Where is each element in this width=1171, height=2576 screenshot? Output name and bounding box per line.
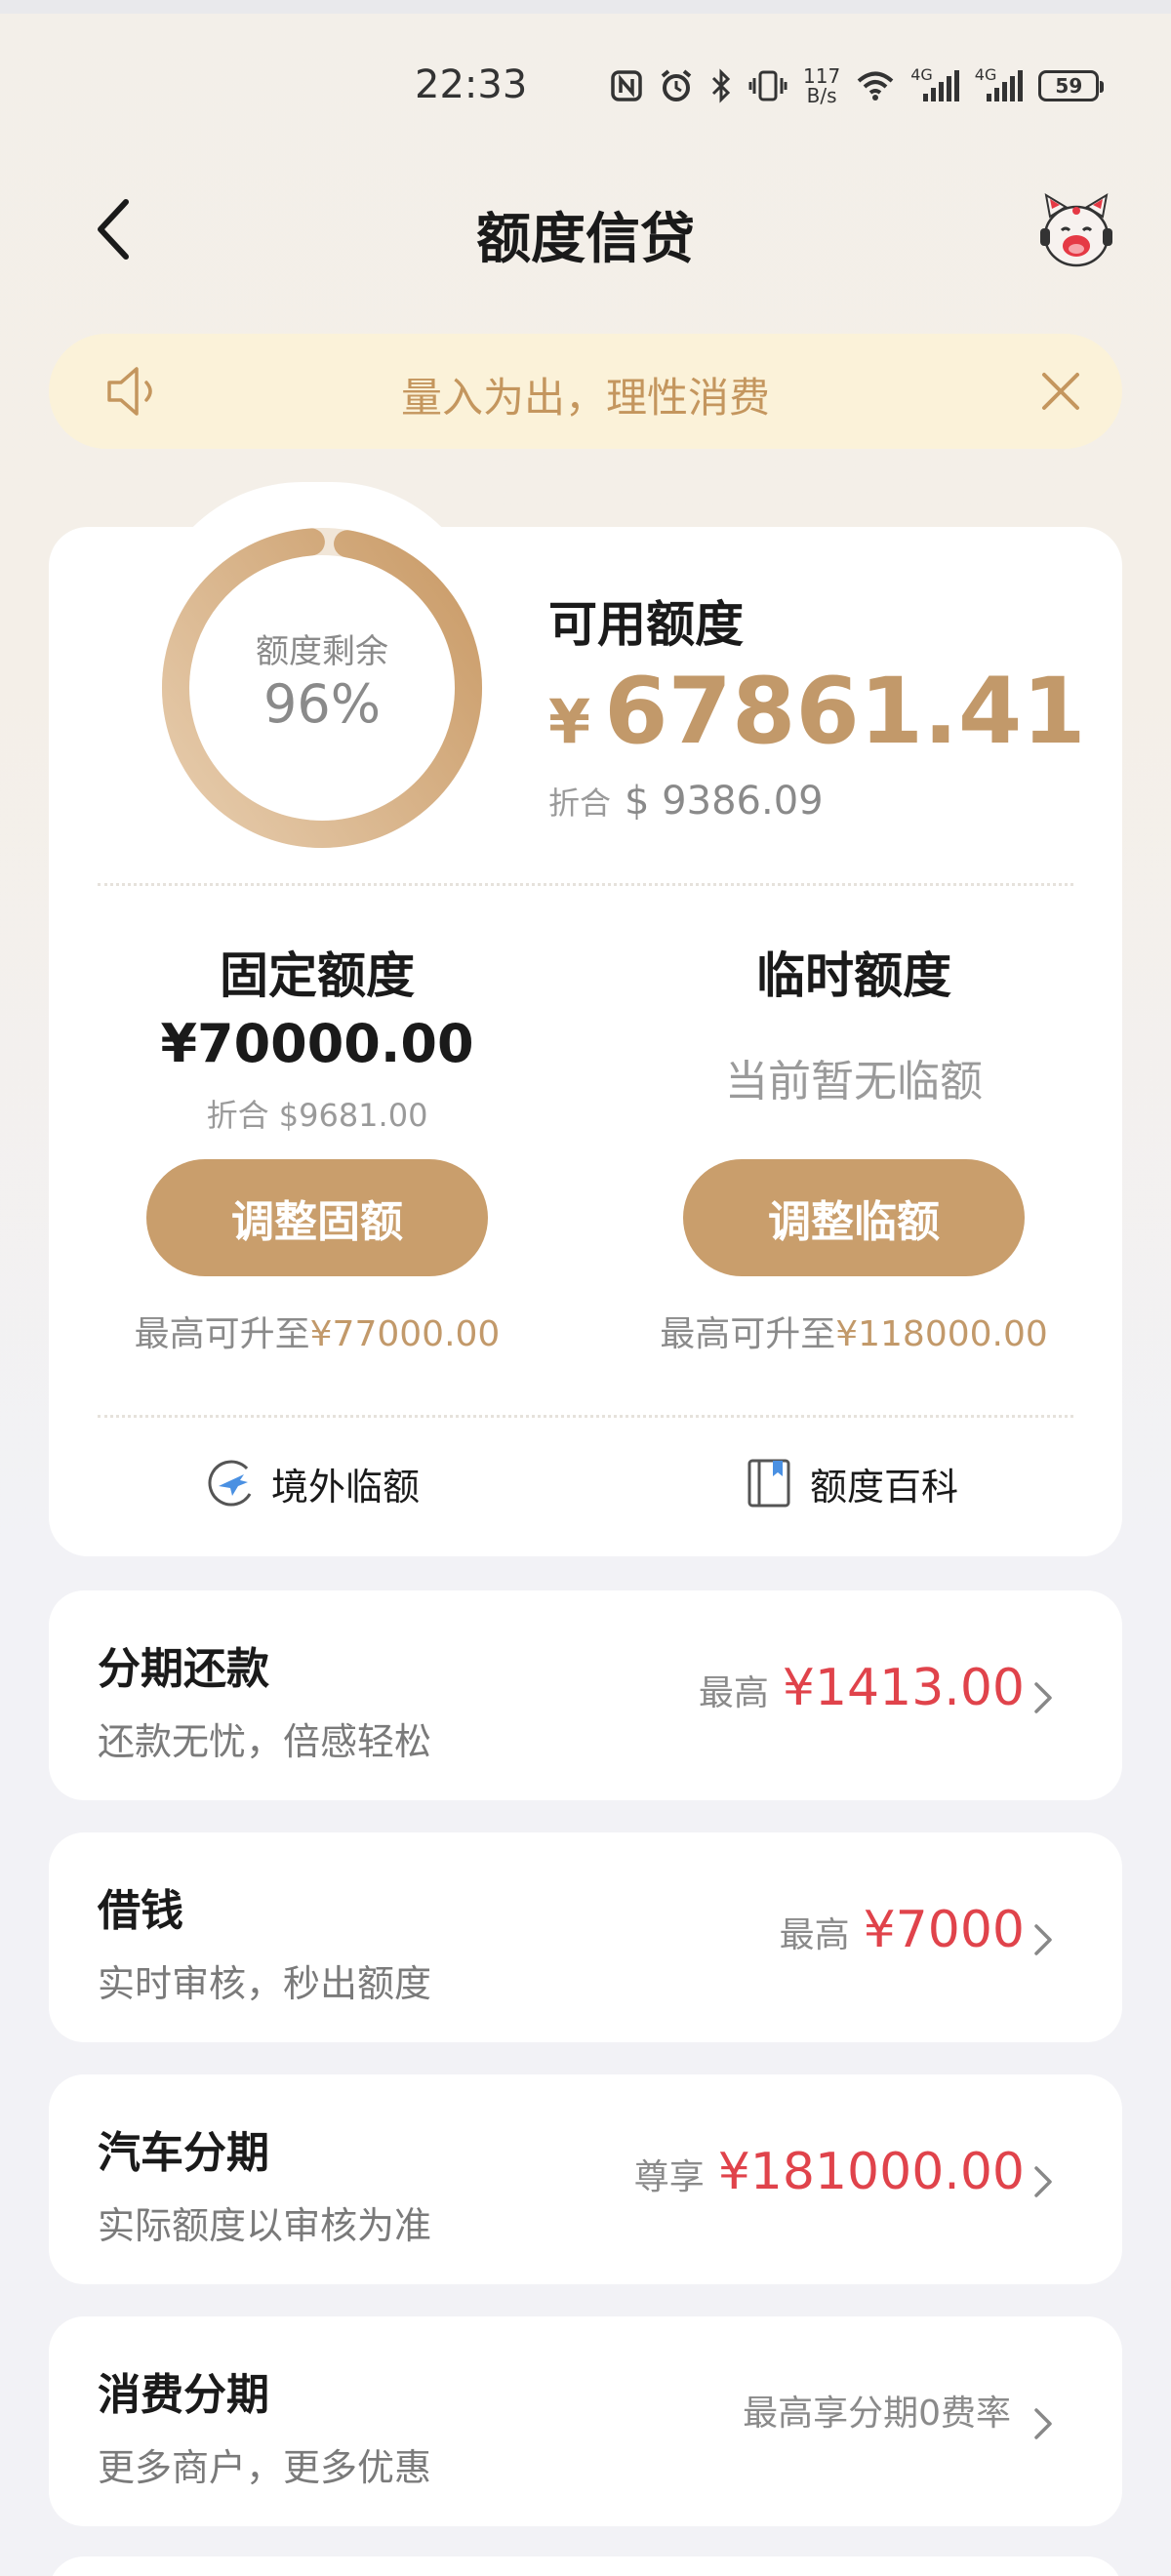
- temporary-credit-status: 当前暂无临额: [725, 1057, 983, 1107]
- network-type-1: 4G: [910, 64, 933, 84]
- product-card-consumer-installment[interactable]: 消费分期 更多商户，更多优惠 最高享分期0费率: [49, 2316, 1122, 2526]
- remaining-percent: 96%: [262, 673, 382, 735]
- alarm-icon: [659, 68, 694, 103]
- fixed-max-line: 最高可升至¥77000.00: [49, 1306, 586, 1356]
- divider: [98, 1415, 1073, 1418]
- chevron-right-icon: [1034, 2166, 1052, 2197]
- credit-card: 额度剩余 96% 可用额度 ¥ 67861.41 折合 $ 9386.09 固定…: [49, 527, 1122, 1556]
- status-icons: 117 B/s 4G 4G 59: [610, 64, 1105, 107]
- notice-text: 量入为出，理性消费: [400, 374, 770, 422]
- product-subtitle: 实时审核，秒出额度: [98, 1962, 432, 2005]
- temporary-max-amount: ¥118000.00: [835, 1314, 1048, 1354]
- product-offer: 最高享分期0费率: [743, 2385, 1025, 2435]
- chevron-right-icon: [1034, 1924, 1052, 1955]
- product-card-borrow[interactable]: 借钱 实时审核，秒出额度 最高 ¥7000: [49, 1832, 1122, 2042]
- signal-icon-2: 4G: [975, 65, 1024, 101]
- fixed-max-amount: ¥77000.00: [309, 1314, 501, 1354]
- product-card-car-installment[interactable]: 汽车分期 实际额度以审核为准 尊享 ¥181000.00: [49, 2074, 1122, 2284]
- product-offer: 最高 ¥1413.00: [699, 1659, 1025, 1717]
- page-title: 额度信贷: [476, 208, 695, 271]
- bluetooth-icon: [709, 68, 733, 103]
- status-time: 22:33: [415, 62, 528, 107]
- adjust-fixed-button[interactable]: 调整固额: [146, 1159, 488, 1276]
- available-amount: ¥ 67861.41: [548, 659, 1086, 765]
- fixed-max-prefix: 最高可升至: [134, 1314, 310, 1354]
- product-offer: 尊享 ¥181000.00: [634, 2143, 1025, 2201]
- assistant-mascot-button[interactable]: [1032, 187, 1120, 275]
- available-usd: 折合 $ 9386.09: [548, 779, 824, 824]
- product-title: 汽车分期: [98, 2128, 269, 2178]
- available-label: 可用额度: [548, 596, 744, 653]
- status-bar: 22:33 117 B/s 4G 4G 59: [0, 43, 1171, 133]
- notice-close-button[interactable]: [1034, 365, 1087, 418]
- battery-level: 59: [1055, 74, 1083, 98]
- usd-label: 折合: [548, 785, 612, 822]
- speed-value: 117: [803, 64, 841, 88]
- product-offer-prefix: 尊享: [633, 2157, 705, 2197]
- product-subtitle: 还款无忧，倍感轻松: [98, 1720, 432, 1763]
- divider: [98, 883, 1073, 886]
- product-subtitle: 实际额度以审核为准: [98, 2204, 432, 2247]
- vibrate-icon: [748, 68, 787, 103]
- fixed-credit-usd: 折合 $9681.00: [206, 1097, 428, 1134]
- speed-unit: B/s: [806, 84, 837, 107]
- close-icon: [1042, 373, 1079, 410]
- adjust-temporary-button[interactable]: 调整临额: [683, 1159, 1025, 1276]
- product-title: 消费分期: [98, 2370, 269, 2420]
- signal-icon: 4G: [910, 65, 959, 101]
- credit-encyclopedia-label: 额度百科: [810, 1465, 959, 1509]
- header: 额度信贷: [0, 166, 1171, 293]
- network-speed: 117 B/s: [803, 66, 840, 105]
- notice-banner: 量入为出，理性消费: [49, 334, 1122, 449]
- wifi-icon: [856, 70, 895, 101]
- product-offer-amount: ¥7000: [863, 1901, 1025, 1959]
- product-offer-prefix: 最高: [698, 1673, 769, 1713]
- credit-encyclopedia-link[interactable]: 额度百科: [744, 1454, 958, 1512]
- top-strip: [0, 0, 1171, 14]
- temporary-max-prefix: 最高可升至: [660, 1314, 836, 1354]
- currency-symbol: ¥: [548, 686, 591, 757]
- overseas-temp-credit-label: 境外临额: [271, 1465, 421, 1509]
- fixed-credit-amount: ¥70000.00: [160, 1013, 474, 1074]
- product-title: 分期还款: [98, 1644, 269, 1694]
- usd-amount: $ 9386.09: [625, 779, 824, 824]
- product-offer-prefix: 最高享分期0费率: [743, 2394, 1011, 2434]
- nfc-icon: [610, 69, 643, 102]
- product-subtitle: 更多商户，更多优惠: [98, 2446, 432, 2489]
- plane-globe-icon: [208, 1460, 255, 1507]
- product-offer: 最高 ¥7000: [780, 1901, 1025, 1959]
- product-card-partial[interactable]: [49, 2556, 1122, 2576]
- temporary-credit-title: 临时额度: [756, 947, 951, 1004]
- chevron-right-icon: [1034, 2408, 1052, 2439]
- fixed-credit-title: 固定额度: [220, 947, 415, 1004]
- chevron-right-icon: [1034, 1682, 1052, 1713]
- product-offer-amount: ¥1413.00: [782, 1659, 1025, 1717]
- product-offer-prefix: 最高: [779, 1915, 850, 1955]
- temporary-max-line: 最高可升至¥118000.00: [586, 1306, 1122, 1356]
- battery-icon: 59: [1038, 70, 1105, 101]
- product-offer-amount: ¥181000.00: [717, 2143, 1025, 2201]
- mascot-icon: [1040, 193, 1112, 267]
- overseas-temp-credit-link[interactable]: 境外临额: [205, 1454, 420, 1512]
- network-type-2: 4G: [974, 64, 997, 84]
- product-card-installment-repay[interactable]: 分期还款 还款无忧，倍感轻松 最高 ¥1413.00: [49, 1590, 1122, 1800]
- available-amount-value: 67861.41: [604, 659, 1086, 765]
- remaining-label: 额度剩余: [256, 632, 388, 671]
- product-title: 借钱: [98, 1886, 183, 1936]
- book-icon: [747, 1459, 790, 1508]
